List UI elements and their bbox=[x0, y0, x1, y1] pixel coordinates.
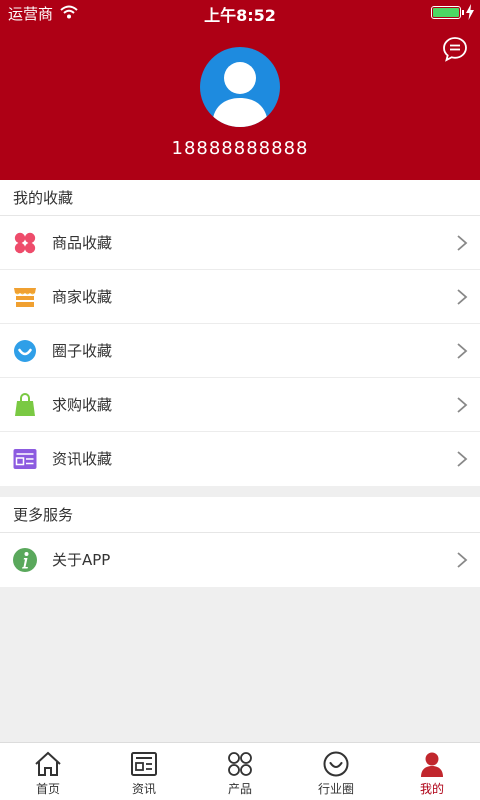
list-item-shop-favorites[interactable]: 商家收藏 bbox=[0, 270, 480, 324]
status-bar: 运营商 上午8:52 bbox=[0, 0, 480, 26]
profile-header: 运营商 上午8:52 18888888888 bbox=[0, 0, 480, 180]
four-petal-icon bbox=[14, 232, 36, 254]
chevron-right-icon bbox=[457, 235, 468, 251]
list-item-about-app[interactable]: 关于APP bbox=[0, 533, 480, 587]
chevron-right-icon bbox=[457, 289, 468, 305]
tab-label: 首页 bbox=[35, 782, 60, 796]
battery-icon bbox=[431, 6, 461, 19]
list-item-label: 资讯收藏 bbox=[52, 450, 113, 468]
status-time: 上午8:52 bbox=[204, 6, 276, 25]
services-list: 关于APP bbox=[0, 533, 480, 587]
tab-label: 资讯 bbox=[131, 782, 156, 796]
news-card-icon bbox=[13, 449, 37, 469]
user-avatar[interactable] bbox=[200, 47, 280, 127]
tab-industry-circle[interactable]: 行业圈 bbox=[288, 743, 384, 800]
tab-products[interactable]: 产品 bbox=[192, 743, 288, 800]
list-item-circle-favorites[interactable]: 圈子收藏 bbox=[0, 324, 480, 378]
info-icon bbox=[13, 548, 37, 572]
shop-icon bbox=[14, 288, 36, 307]
tab-label: 我的 bbox=[419, 782, 444, 796]
home-icon bbox=[35, 751, 61, 776]
news-icon bbox=[131, 752, 157, 776]
charging-icon bbox=[466, 4, 474, 20]
list-item-purchase-favorites[interactable]: 求购收藏 bbox=[0, 378, 480, 432]
message-button[interactable] bbox=[442, 36, 468, 62]
tab-label: 产品 bbox=[227, 782, 252, 796]
list-item-product-favorites[interactable]: 商品收藏 bbox=[0, 216, 480, 270]
list-item-label: 圈子收藏 bbox=[52, 342, 113, 360]
user-icon bbox=[421, 752, 443, 777]
product-grid-icon bbox=[228, 752, 252, 776]
list-item-news-favorites[interactable]: 资讯收藏 bbox=[0, 432, 480, 486]
user-avatar-icon bbox=[212, 62, 268, 127]
tab-label: 行业圈 bbox=[317, 782, 354, 796]
battery-tip bbox=[462, 10, 464, 15]
shopping-bag-icon bbox=[15, 393, 35, 416]
chevron-right-icon bbox=[457, 552, 468, 568]
favorites-list: 商品收藏 商家收藏 圈子收藏 求购收藏 资讯收藏 bbox=[0, 216, 480, 486]
list-item-label: 商家收藏 bbox=[52, 288, 113, 306]
chevron-right-icon bbox=[457, 343, 468, 359]
tab-home[interactable]: 首页 bbox=[0, 743, 96, 800]
user-phone: 18888888888 bbox=[171, 138, 309, 159]
chevron-right-icon bbox=[457, 451, 468, 467]
list-item-label: 求购收藏 bbox=[52, 396, 113, 414]
circle-smile-icon bbox=[323, 751, 349, 777]
smile-circle-icon bbox=[14, 340, 36, 362]
list-item-label: 商品收藏 bbox=[52, 234, 113, 252]
favorites-section-title: 我的收藏 bbox=[0, 180, 480, 216]
tab-mine[interactable]: 我的 bbox=[384, 743, 480, 800]
bottom-tab-bar: 首页 资讯 产品 行业圈 我的 bbox=[0, 742, 480, 800]
services-section-title: 更多服务 bbox=[0, 497, 480, 533]
tab-news[interactable]: 资讯 bbox=[96, 743, 192, 800]
list-item-label: 关于APP bbox=[52, 551, 111, 569]
chevron-right-icon bbox=[457, 397, 468, 413]
